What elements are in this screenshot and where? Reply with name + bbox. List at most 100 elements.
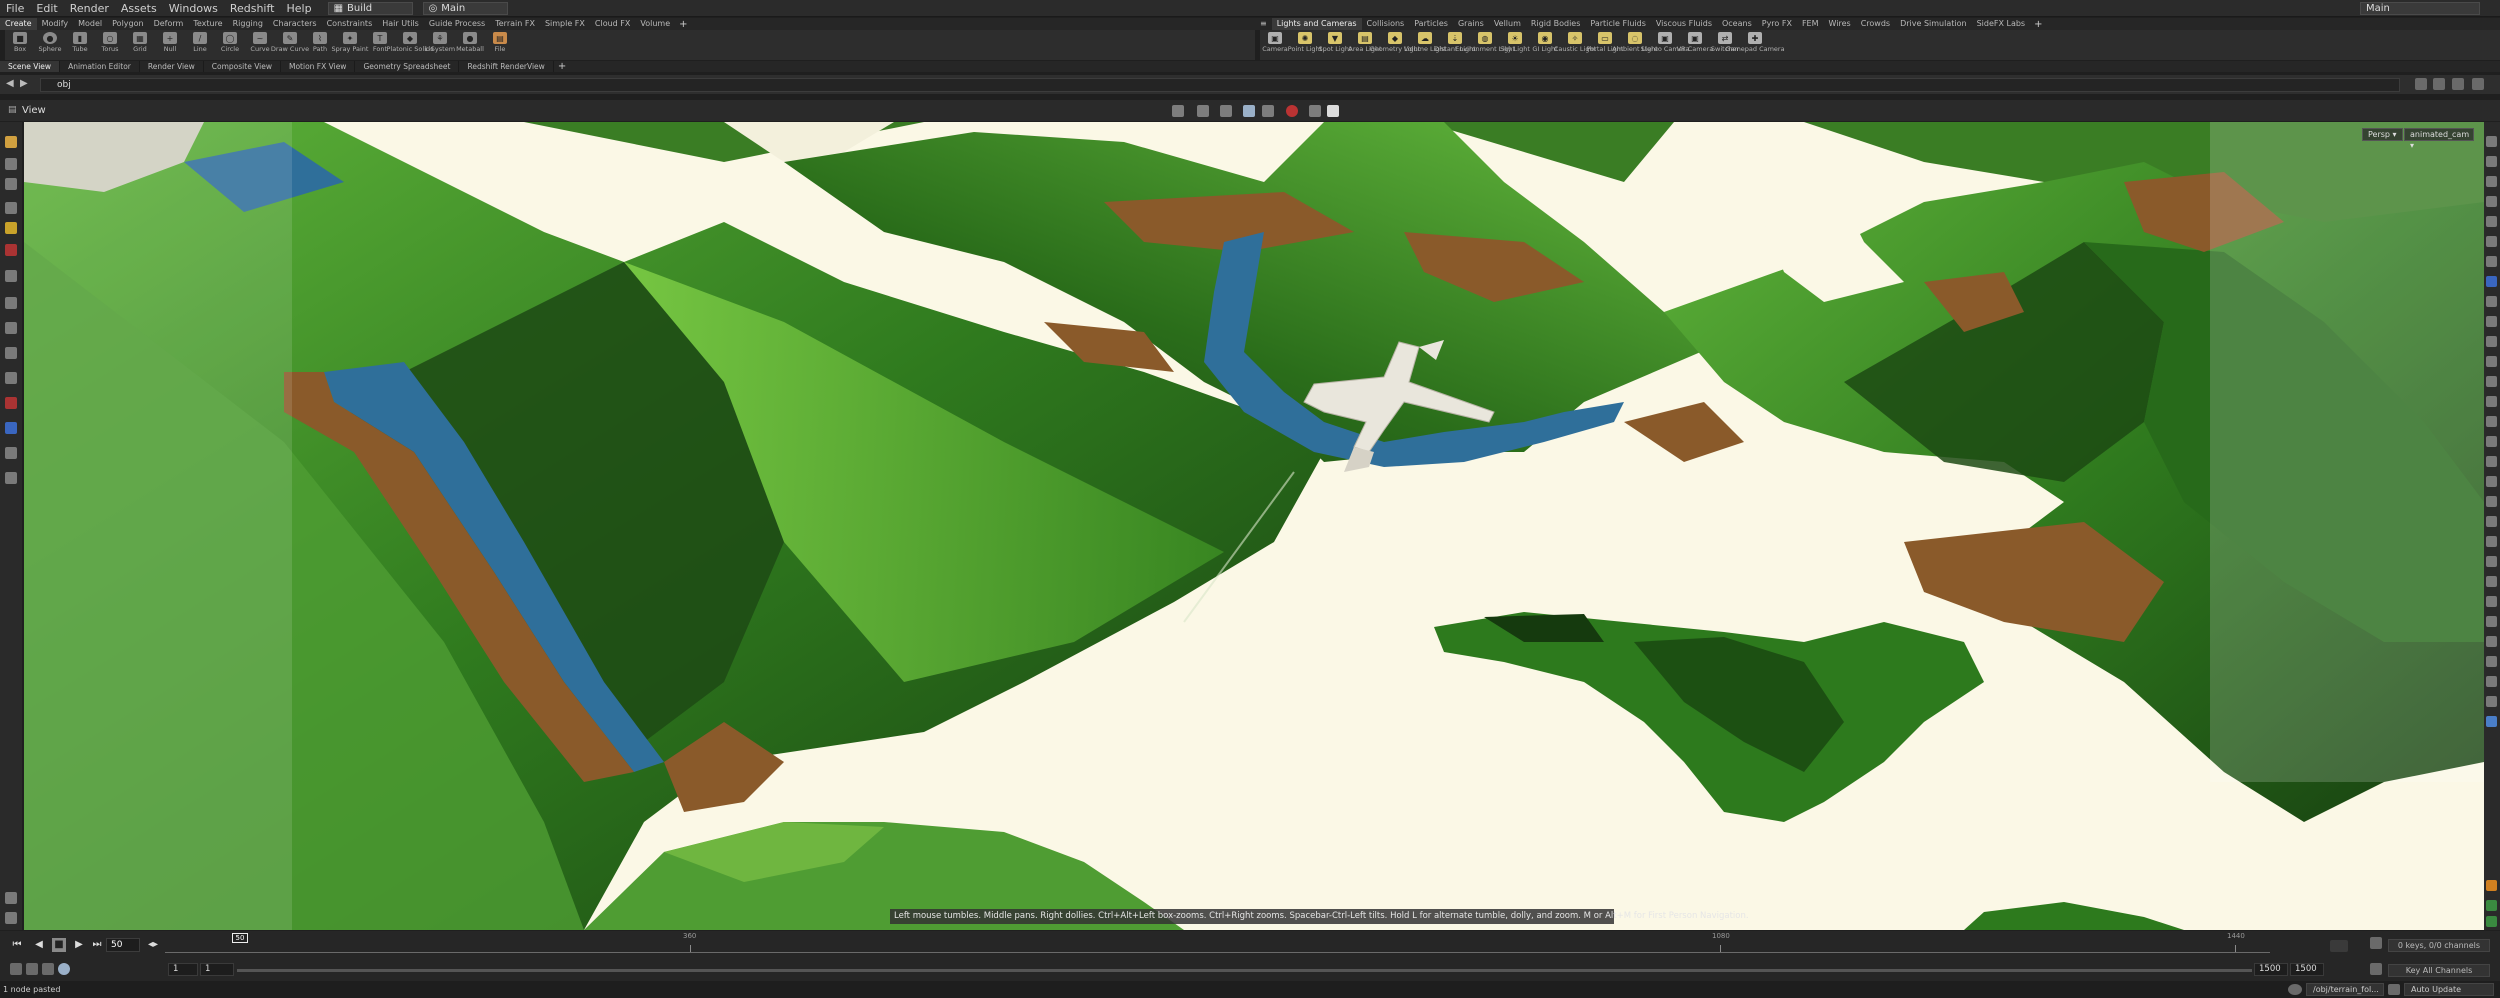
jump-end-icon[interactable]: ⏭ xyxy=(90,938,104,952)
shelf-tab-crowds[interactable]: Crowds xyxy=(1856,18,1895,30)
select-tool-icon[interactable] xyxy=(5,136,17,148)
key-all-channels-button[interactable]: Key All Channels xyxy=(2388,964,2490,977)
shelf-menu-icon[interactable]: ≡ xyxy=(1255,18,1272,30)
menu-edit[interactable]: Edit xyxy=(30,2,63,15)
timeline-ruler[interactable]: 360 1080 1440 xyxy=(165,932,2270,953)
global-animation-icon[interactable] xyxy=(58,963,70,975)
keys-channels-field[interactable]: 0 keys, 0/0 channels xyxy=(2388,939,2490,952)
menu-help[interactable]: Help xyxy=(280,2,317,15)
stop-icon[interactable]: ■ xyxy=(52,938,66,952)
shelf-tab-rigid-bodies[interactable]: Rigid Bodies xyxy=(1526,18,1585,30)
shading-icon[interactable] xyxy=(2486,156,2497,167)
tool-camera[interactable]: ▣ Camera xyxy=(1260,30,1290,53)
wire-over-icon[interactable] xyxy=(2486,656,2497,667)
shelf-tab-hair-utils[interactable]: Hair Utils xyxy=(377,18,424,30)
names-icon[interactable] xyxy=(2486,476,2497,487)
shelf-tab-sidefx-labs[interactable]: SideFX Labs xyxy=(1972,18,2031,30)
build-desktop-select[interactable]: ▦ Build xyxy=(327,1,413,15)
add-shelf-tab-button[interactable]: + xyxy=(675,19,691,30)
shelf-tab-fem[interactable]: FEM xyxy=(1797,18,1824,30)
shelf-tab-lights-cameras[interactable]: Lights and Cameras xyxy=(1271,18,1362,30)
hull-icon[interactable] xyxy=(2486,556,2497,567)
auto-update-select[interactable]: Auto Update xyxy=(2404,983,2494,996)
link-icon[interactable] xyxy=(2433,78,2445,90)
tool-stereo-camera[interactable]: ▣ Stereo Camera xyxy=(1641,30,1689,53)
render-region-icon[interactable] xyxy=(5,472,17,484)
shelf-tab-viscous-fluids[interactable]: Viscous Fluids xyxy=(1651,18,1717,30)
display-option-icon[interactable] xyxy=(2486,136,2497,147)
key-options-icon[interactable] xyxy=(2370,963,2382,975)
handle-toggle-icon[interactable] xyxy=(1197,105,1209,117)
loop-icon[interactable] xyxy=(42,963,54,975)
shadow-icon[interactable] xyxy=(2486,256,2497,267)
tool-l-system[interactable]: ⚘ L-System xyxy=(425,30,455,53)
menu-render[interactable]: Render xyxy=(64,2,115,15)
pane-menu-icon[interactable] xyxy=(2472,78,2484,90)
audio-icon[interactable] xyxy=(2330,940,2348,952)
shelf-tab-terrain-fx[interactable]: Terrain FX xyxy=(490,18,540,30)
pin-icon[interactable] xyxy=(2415,78,2427,90)
tool-spot-light[interactable]: ▼ Spot Light xyxy=(1318,30,1352,53)
menu-windows[interactable]: Windows xyxy=(163,2,224,15)
step-back-icon[interactable]: ◀ xyxy=(32,938,46,952)
shelf-tab-cloud-fx[interactable]: Cloud FX xyxy=(590,18,635,30)
forward-arrow-icon[interactable]: ▶ xyxy=(20,78,28,89)
paint-tool-icon[interactable] xyxy=(5,322,17,334)
axes-icon[interactable] xyxy=(5,892,17,904)
key-icon[interactable] xyxy=(2370,937,2382,949)
shelf-tab-constraints[interactable]: Constraints xyxy=(322,18,378,30)
vertex-icon[interactable] xyxy=(2486,516,2497,527)
node-path-field[interactable]: /obj/terrain_fol... xyxy=(2306,983,2384,996)
shelf-tab-vellum[interactable]: Vellum xyxy=(1489,18,1526,30)
hdr-icon[interactable] xyxy=(2486,636,2497,647)
shelf-tab-guide-process[interactable]: Guide Process xyxy=(424,18,490,30)
step-frame-icon[interactable]: ◂▸ xyxy=(146,938,160,952)
tab-scene-view[interactable]: Scene View xyxy=(0,61,61,72)
camera-dropdown[interactable]: animated_cam ▾ xyxy=(2404,128,2474,150)
tool-box[interactable]: ■ Box xyxy=(5,30,35,53)
add-pane-tab-button[interactable]: + xyxy=(554,61,570,72)
update-mode-icon[interactable] xyxy=(2388,984,2400,995)
view-tool-icon[interactable] xyxy=(5,297,17,309)
rotate-tool-icon[interactable] xyxy=(5,178,17,190)
tool-null[interactable]: + Null xyxy=(155,30,185,53)
scene-viewport[interactable]: Persp ▾ animated_cam ▾ xyxy=(24,122,2484,930)
tool-caustic-light[interactable]: ✧ Caustic Light xyxy=(1554,30,1596,53)
tab-composite-view[interactable]: Composite View xyxy=(204,61,281,72)
background-icon[interactable] xyxy=(2486,376,2497,387)
smooth-shade-icon[interactable] xyxy=(2486,696,2497,707)
tool-platonic-solids[interactable]: ◆ Platonic Solids xyxy=(386,30,434,53)
shelf-tab-grains[interactable]: Grains xyxy=(1453,18,1489,30)
scene-info-icon[interactable] xyxy=(5,912,17,924)
network-path-field[interactable]: obj xyxy=(40,77,2400,92)
main-desktop-select[interactable]: ◎ Main xyxy=(422,1,508,15)
tab-redshift-renderview[interactable]: Redshift RenderView xyxy=(459,61,554,72)
range-playback-start-field[interactable]: 1 xyxy=(200,963,234,976)
edges-icon[interactable] xyxy=(2486,536,2497,547)
menu-assets[interactable]: Assets xyxy=(115,2,163,15)
lock-icon[interactable] xyxy=(5,222,17,234)
tool-torus[interactable]: ○ Torus xyxy=(95,30,125,53)
brush-tool-icon[interactable] xyxy=(5,347,17,359)
shelf-tab-drive-simulation[interactable]: Drive Simulation xyxy=(1895,18,1971,30)
warning-icon[interactable] xyxy=(2486,880,2497,891)
tool-vr-camera[interactable]: ▣ VR Camera xyxy=(1677,30,1713,53)
cloud-icon[interactable] xyxy=(2288,984,2302,995)
move-tool-icon[interactable] xyxy=(5,158,17,170)
maximize-icon[interactable] xyxy=(2452,78,2464,90)
tool-circle[interactable]: ◯ Circle xyxy=(215,30,245,53)
shelf-tab-oceans[interactable]: Oceans xyxy=(1717,18,1757,30)
shelf-tab-rigging[interactable]: Rigging xyxy=(228,18,268,30)
light-toggle-icon[interactable] xyxy=(1172,105,1184,117)
layout-icon[interactable] xyxy=(2486,900,2497,911)
display-options-icon[interactable] xyxy=(1327,105,1339,117)
tool-point-light[interactable]: ✺ Point Light xyxy=(1288,30,1322,53)
layout-alt-icon[interactable] xyxy=(2486,916,2497,927)
tool-metaball[interactable]: ● Metaball xyxy=(455,30,485,53)
current-frame-field[interactable]: 50 xyxy=(106,938,140,952)
tool-gamepad-camera[interactable]: ✚ Gamepad Camera xyxy=(1725,30,1785,53)
shelf-tab-texture[interactable]: Texture xyxy=(188,18,227,30)
tab-render-view[interactable]: Render View xyxy=(140,61,204,72)
fog-icon[interactable] xyxy=(2486,596,2497,607)
guides-icon[interactable] xyxy=(2486,336,2497,347)
